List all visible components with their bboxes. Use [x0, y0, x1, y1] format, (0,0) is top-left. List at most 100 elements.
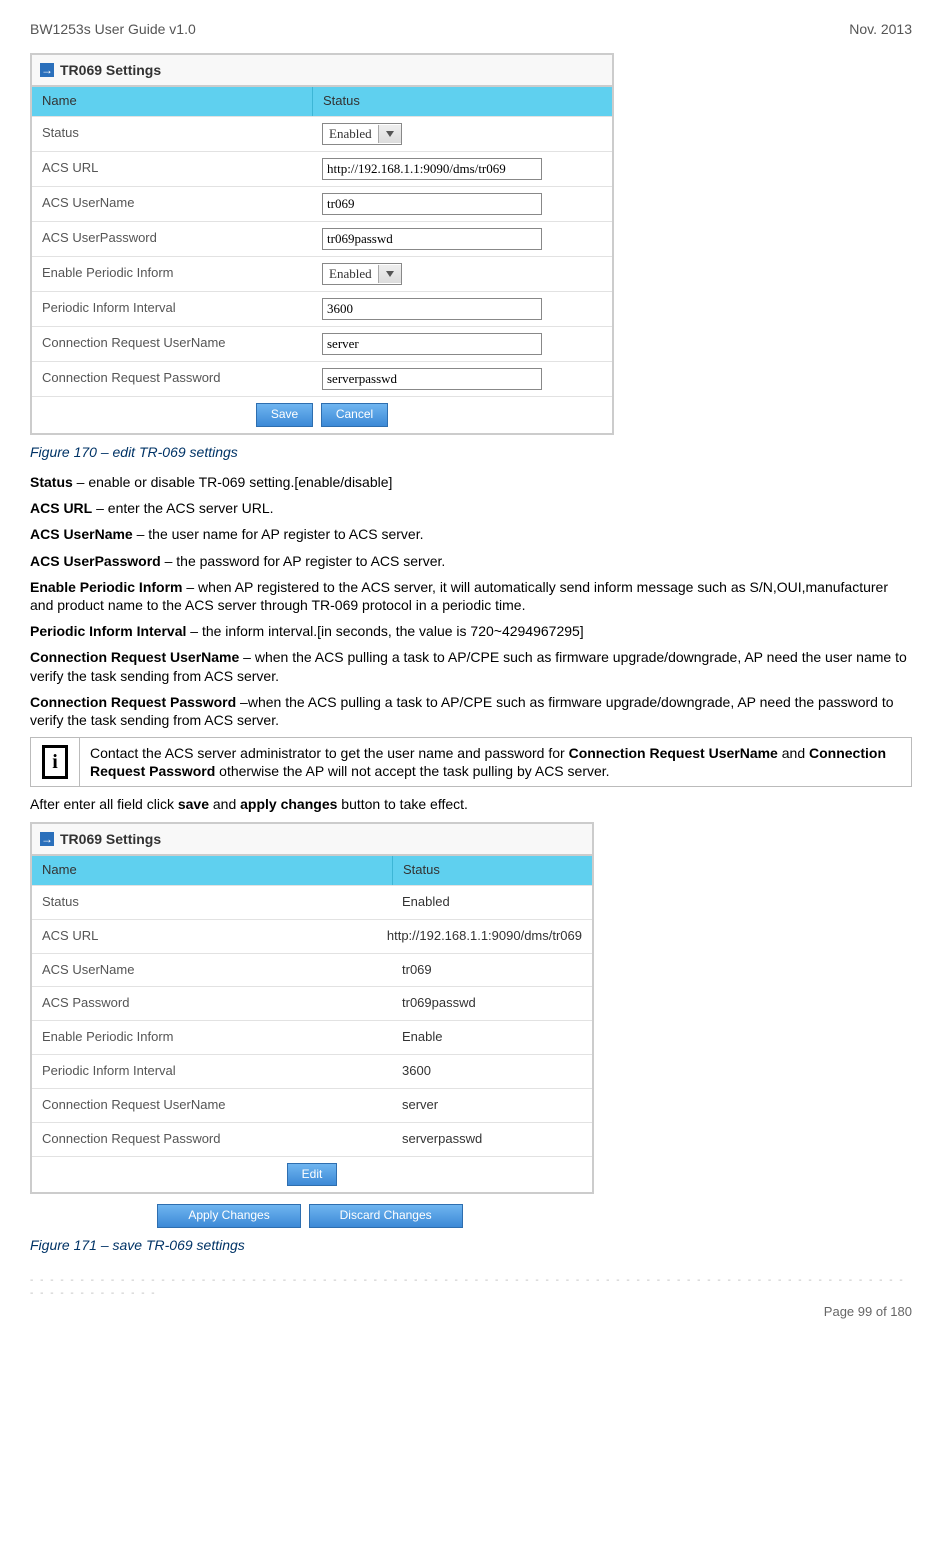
desc-acs-pass: ACS UserPassword – the password for AP r…: [30, 552, 912, 570]
desc-periodic: Enable Periodic Inform – when AP registe…: [30, 578, 912, 614]
table-row: ACS UserName tr069: [32, 953, 592, 987]
row-label: Connection Request UserName: [32, 327, 312, 361]
table-header: Name Status: [32, 856, 592, 885]
table-row: ACS Password tr069passwd: [32, 986, 592, 1020]
table-row: Enable Periodic Inform Enable: [32, 1020, 592, 1054]
row-label: Enable Periodic Inform: [32, 1021, 392, 1054]
edit-button[interactable]: Edit: [287, 1163, 338, 1187]
row-label: ACS Password: [32, 987, 392, 1020]
info-note: i Contact the ACS server administrator t…: [30, 737, 912, 787]
desc-acs-user: ACS UserName – the user name for AP regi…: [30, 525, 912, 543]
cancel-button[interactable]: Cancel: [321, 403, 388, 427]
figure-caption: Figure 170 – edit TR-069 settings: [30, 443, 912, 461]
info-text-pre: Contact the ACS server administrator to …: [90, 745, 569, 761]
row-value: serverpasswd: [392, 1123, 592, 1156]
desc-creq-pass: Connection Request Password –when the AC…: [30, 693, 912, 729]
row-value: server: [392, 1089, 592, 1122]
table-row: ACS UserPassword: [32, 221, 612, 256]
row-value: Enabled: [392, 886, 592, 919]
panel-title-bar: → TR069 Settings: [32, 824, 592, 856]
table-row: Enable Periodic Inform Enabled: [32, 256, 612, 291]
conn-req-pass-input[interactable]: [322, 368, 542, 390]
text-span: and: [209, 796, 240, 812]
select-value: Enabled: [323, 126, 378, 143]
row-label: Connection Request UserName: [32, 1089, 392, 1122]
col-status: Status: [313, 87, 612, 116]
table-header: Name Status: [32, 87, 612, 116]
row-label: Connection Request Password: [32, 1123, 392, 1156]
row-label: Periodic Inform Interval: [32, 1055, 392, 1088]
table-row: Status Enabled: [32, 116, 612, 151]
row-label: Enable Periodic Inform: [32, 257, 312, 291]
apply-changes-button[interactable]: Apply Changes: [157, 1204, 300, 1228]
conn-req-user-input[interactable]: [322, 333, 542, 355]
after-save-line: After enter all field click save and app…: [30, 795, 912, 813]
expand-icon[interactable]: →: [40, 63, 54, 77]
table-row: Connection Request Password serverpasswd: [32, 1122, 592, 1156]
panel-title: TR069 Settings: [60, 830, 161, 848]
row-value: tr069: [392, 954, 592, 987]
table-row: Periodic Inform Interval: [32, 291, 612, 326]
expand-icon[interactable]: →: [40, 832, 54, 846]
doc-date: Nov. 2013: [849, 20, 912, 38]
table-row: ACS URL http://192.168.1.1:9090/dms/tr06…: [32, 919, 592, 953]
table-row: Status Enabled: [32, 885, 592, 919]
row-label: ACS UserName: [32, 954, 392, 987]
text-bold: apply changes: [240, 796, 337, 812]
text-bold: save: [178, 796, 209, 812]
panel-title-bar: → TR069 Settings: [32, 55, 612, 87]
page-number: Page 99 of 180: [30, 1304, 912, 1321]
table-row: Connection Request Password: [32, 361, 612, 396]
desc-acs-url: ACS URL – enter the ACS server URL.: [30, 499, 912, 517]
page-divider: - - - - - - - - - - - - - - - - - - - - …: [30, 1274, 912, 1300]
row-value: Enable: [392, 1021, 592, 1054]
info-icon: i: [42, 745, 68, 779]
col-name: Name: [32, 856, 393, 885]
col-name: Name: [32, 87, 313, 116]
row-label: Connection Request Password: [32, 362, 312, 396]
info-icon-cell: i: [31, 738, 80, 786]
acs-password-input[interactable]: [322, 228, 542, 250]
row-label: Status: [32, 886, 392, 919]
apply-row: Apply Changes Discard Changes: [30, 1204, 590, 1228]
tr069-view-panel: → TR069 Settings Name Status Status Enab…: [30, 822, 594, 1195]
col-status: Status: [393, 856, 592, 885]
text-span: button to take effect.: [337, 796, 468, 812]
row-label: ACS URL: [32, 152, 312, 186]
table-row: ACS URL: [32, 151, 612, 186]
info-text-mid: and: [778, 745, 809, 761]
chevron-down-icon: [378, 265, 401, 283]
interval-input[interactable]: [322, 298, 542, 320]
row-value: 3600: [392, 1055, 592, 1088]
desc-interval: Periodic Inform Interval – the inform in…: [30, 622, 912, 640]
info-text: Contact the ACS server administrator to …: [80, 738, 911, 786]
table-row: Connection Request UserName server: [32, 1088, 592, 1122]
desc-status: Status – enable or disable TR-069 settin…: [30, 473, 912, 491]
panel-title: TR069 Settings: [60, 61, 161, 79]
acs-url-input[interactable]: [322, 158, 542, 180]
status-select[interactable]: Enabled: [322, 123, 402, 145]
discard-changes-button[interactable]: Discard Changes: [309, 1204, 463, 1228]
desc-creq-user: Connection Request UserName – when the A…: [30, 648, 912, 684]
info-text-post: otherwise the AP will not accept the tas…: [215, 763, 609, 779]
info-text-b1: Connection Request UserName: [569, 745, 778, 761]
row-label: ACS UserName: [32, 187, 312, 221]
table-row: ACS UserName: [32, 186, 612, 221]
select-value: Enabled: [323, 266, 378, 283]
figure-caption: Figure 171 – save TR-069 settings: [30, 1236, 912, 1254]
acs-username-input[interactable]: [322, 193, 542, 215]
doc-title: BW1253s User Guide v1.0: [30, 20, 196, 38]
button-bar: Edit: [32, 1156, 592, 1193]
table-row: Periodic Inform Interval 3600: [32, 1054, 592, 1088]
tr069-edit-panel: → TR069 Settings Name Status Status Enab…: [30, 53, 614, 435]
periodic-select[interactable]: Enabled: [322, 263, 402, 285]
row-value: tr069passwd: [392, 987, 592, 1020]
row-label: Periodic Inform Interval: [32, 292, 312, 326]
save-button[interactable]: Save: [256, 403, 313, 427]
button-bar: Save Cancel: [32, 396, 612, 433]
row-label: ACS URL: [32, 920, 377, 953]
row-label: ACS UserPassword: [32, 222, 312, 256]
row-value: http://192.168.1.1:9090/dms/tr069: [377, 920, 592, 953]
row-label: Status: [32, 117, 312, 151]
table-row: Connection Request UserName: [32, 326, 612, 361]
